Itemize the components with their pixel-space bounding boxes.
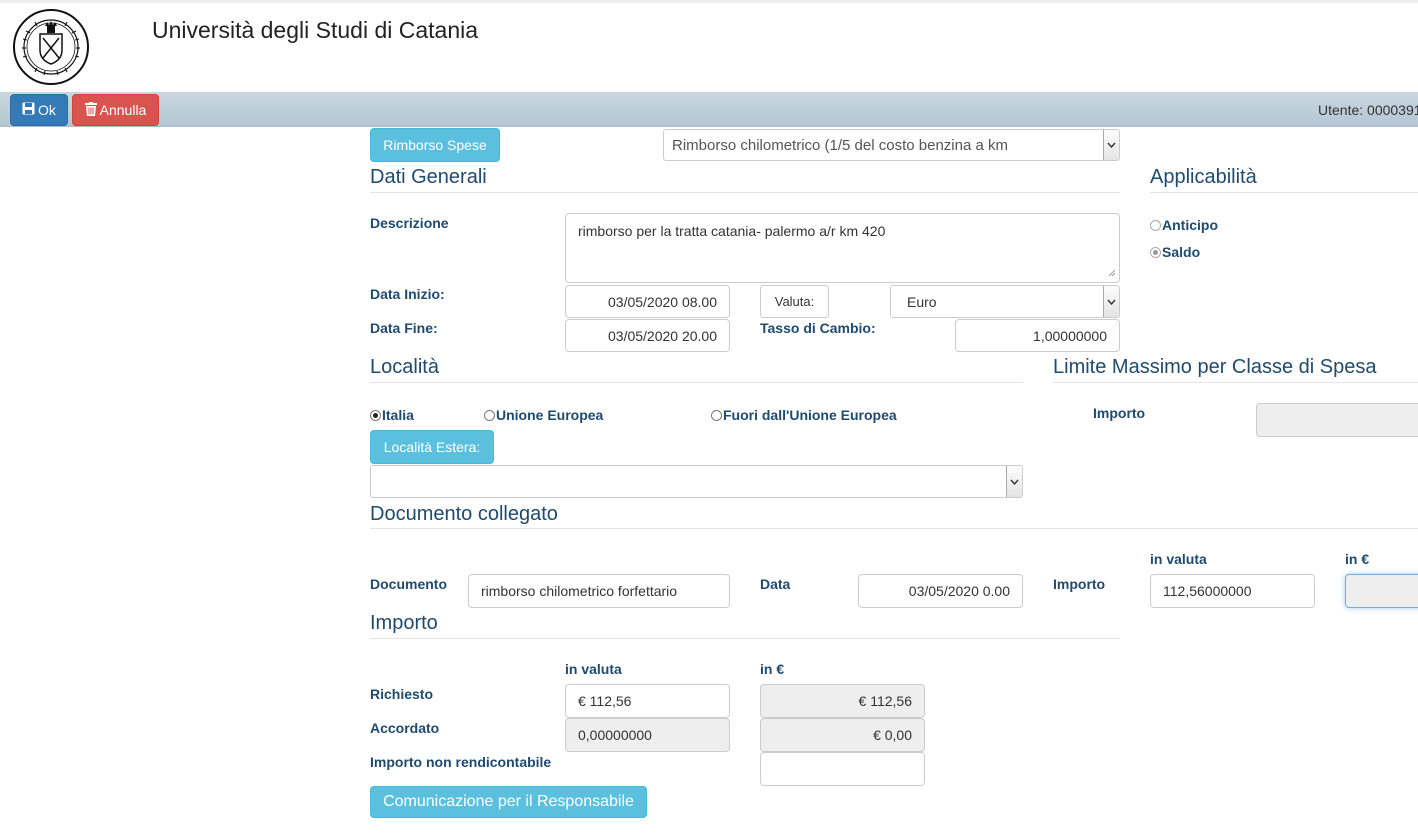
limite-massimo-title: Limite Massimo per Classe di Spesa <box>1053 356 1377 378</box>
documento-in-euro-label: in € <box>1345 551 1370 567</box>
valuta-select-value: Euro <box>907 293 937 310</box>
radio-icon <box>1150 219 1161 231</box>
documento-label: Documento <box>370 576 447 592</box>
descrizione-value: rimborso per la tratta catania- palermo … <box>578 223 886 239</box>
non-rendicontabile-label: Importo non rendicontabile <box>370 754 552 770</box>
documento-importo-euro-input[interactable] <box>1345 574 1418 608</box>
comunicazione-responsabile-button[interactable]: Comunicazione per il Responsabile <box>370 786 647 818</box>
app-header <box>0 0 1418 92</box>
unione-europea-label: Unione Europea <box>496 407 604 423</box>
documento-data-input[interactable]: 03/05/2020 0.00 <box>858 574 1023 608</box>
tipo-rimborso-select-value: Rimborso chilometrico (1/5 del costo ben… <box>672 136 1008 154</box>
limite-importo-label: Importo <box>1093 405 1146 421</box>
dati-generali-divider <box>370 192 1120 193</box>
applicabilita-title: Applicabilità <box>1150 166 1257 188</box>
tipo-rimborso-select[interactable]: Rimborso chilometrico (1/5 del costo ben… <box>663 129 1120 161</box>
importo-title: Importo <box>370 612 438 634</box>
non-rendicontabile-input[interactable] <box>760 752 925 786</box>
documento-data-label: Data <box>760 576 791 592</box>
page-title: Università degli Studi di Catania <box>152 17 479 43</box>
tasso-cambio-input[interactable]: 1,00000000 <box>955 319 1120 352</box>
accordato-label: Accordato <box>370 720 440 736</box>
radio-icon <box>484 409 495 421</box>
localita-divider <box>370 382 1023 383</box>
trash-icon <box>84 101 97 119</box>
anticipo-radio[interactable]: Anticipo <box>1150 217 1218 233</box>
tasso-cambio-label: Tasso di Cambio: <box>760 320 876 336</box>
user-id-label: Utente: 0000391 <box>1318 102 1418 118</box>
rimborso-spese-button[interactable]: Rimborso Spese <box>370 128 500 162</box>
importo-in-euro-label: in € <box>760 661 785 677</box>
accordato-valuta-input[interactable]: 0,00000000 <box>565 718 730 752</box>
radio-icon <box>1150 246 1161 258</box>
radio-icon <box>370 409 381 421</box>
italia-radio[interactable]: Italia <box>370 407 414 423</box>
chevron-down-icon <box>1103 130 1119 160</box>
limite-massimo-divider <box>1053 382 1418 383</box>
valuta-label: Valuta: <box>760 285 829 318</box>
chevron-down-icon <box>1103 286 1119 317</box>
richiesto-valuta-input[interactable]: € 112,56 <box>565 684 730 718</box>
valuta-select[interactable]: Euro <box>890 285 1120 318</box>
localita-estera-button[interactable]: Località Estera: <box>370 430 494 464</box>
data-inizio-input[interactable]: 03/05/2020 08.00 <box>565 285 730 318</box>
chevron-down-icon <box>1006 466 1022 497</box>
annulla-button[interactable]: Annulla <box>72 94 159 126</box>
toolbar <box>0 92 1418 127</box>
localita-estera-select[interactable] <box>370 465 1023 498</box>
applicabilita-divider <box>1150 192 1418 193</box>
richiesto-label: Richiesto <box>370 686 434 702</box>
resize-handle-icon <box>1108 264 1116 280</box>
limite-importo-input[interactable] <box>1256 403 1418 437</box>
annulla-button-label: Annulla <box>99 102 147 118</box>
radio-icon <box>711 409 722 421</box>
dati-generali-title: Dati Generali <box>370 166 487 188</box>
ok-button[interactable]: Ok <box>10 94 68 126</box>
fuori-ue-radio[interactable]: Fuori dall'Unione Europea <box>711 407 897 423</box>
documento-in-valuta-label: in valuta <box>1150 551 1207 567</box>
ok-button-label: Ok <box>38 102 56 118</box>
saldo-radio[interactable]: Saldo <box>1150 244 1200 260</box>
documento-importo-label: Importo <box>1053 576 1106 592</box>
data-fine-input[interactable]: 03/05/2020 20.00 <box>565 319 730 352</box>
fuori-ue-label: Fuori dall'Unione Europea <box>723 407 897 423</box>
importo-divider <box>370 638 1120 639</box>
descrizione-label: Descrizione <box>370 215 449 231</box>
richiesto-euro-input[interactable]: € 112,56 <box>760 684 925 718</box>
data-fine-label: Data Fine: <box>370 320 438 336</box>
documento-input[interactable]: rimborso chilometrico forfettario <box>468 574 730 608</box>
importo-in-valuta-label: in valuta <box>565 661 622 677</box>
documento-importo-valuta-input[interactable]: 112,56000000 <box>1150 574 1315 608</box>
save-icon <box>22 102 35 118</box>
accordato-euro-input[interactable]: € 0,00 <box>760 718 925 752</box>
anticipo-label: Anticipo <box>1162 217 1218 233</box>
documento-collegato-divider <box>370 528 1418 529</box>
unione-europea-radio[interactable]: Unione Europea <box>484 407 603 423</box>
localita-title: Località <box>370 356 439 378</box>
university-seal-logo <box>12 8 90 86</box>
data-inizio-label: Data Inizio: <box>370 286 445 302</box>
saldo-label: Saldo <box>1162 244 1201 260</box>
documento-collegato-title: Documento collegato <box>370 503 558 525</box>
descrizione-textarea[interactable]: rimborso per la tratta catania- palermo … <box>565 213 1120 283</box>
italia-label: Italia <box>382 407 414 423</box>
